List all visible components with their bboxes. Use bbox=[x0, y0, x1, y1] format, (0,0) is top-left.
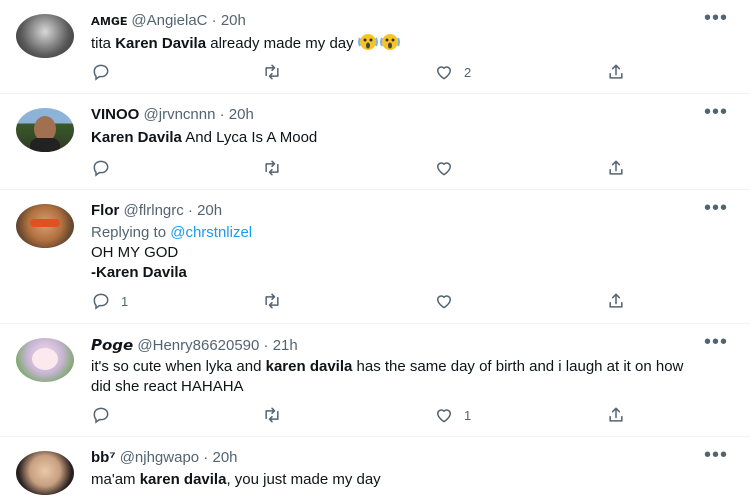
mention-link[interactable]: @chrstnlizel bbox=[170, 224, 252, 241]
tweet[interactable]: VINOO @jrvncnnn · 20h ••• Karen Davila A… bbox=[0, 94, 750, 190]
reply-button[interactable] bbox=[91, 62, 121, 82]
user-handle[interactable]: @Henry86620590 bbox=[137, 337, 259, 354]
tweet-line: -Karen Davila bbox=[91, 264, 187, 281]
retweet-icon bbox=[265, 407, 279, 423]
retweet-icon bbox=[265, 160, 279, 176]
more-options-icon[interactable]: ••• bbox=[704, 445, 728, 465]
retweet-button[interactable] bbox=[262, 405, 292, 425]
avatar-face bbox=[32, 348, 58, 370]
tweet[interactable]: 𝙋𝙤𝙜𝙚 @Henry86620590 · 21h it's so cute w… bbox=[0, 324, 750, 437]
retweet-button[interactable] bbox=[262, 62, 292, 82]
tweet-line: OH MY GOD bbox=[91, 244, 179, 261]
tweet-actions: 2 bbox=[91, 62, 631, 82]
highlighted-text: Karen Davila bbox=[91, 129, 182, 146]
timestamp[interactable]: 21h bbox=[273, 337, 298, 354]
tweet-header: 𝙋𝙤𝙜𝙚 @Henry86620590 · 21h bbox=[91, 336, 298, 354]
timestamp[interactable]: 20h bbox=[229, 106, 254, 123]
separator-dot: · bbox=[199, 449, 213, 466]
avatar[interactable] bbox=[16, 108, 74, 152]
tweet[interactable]: Flor @flrlngrc · 20h ••• Replying to @ch… bbox=[0, 190, 750, 324]
display-name[interactable]: ᴀᴍɢᴇ bbox=[91, 12, 127, 29]
more-options-icon[interactable]: ••• bbox=[704, 8, 728, 28]
replying-to: Replying to @chrstnlizel bbox=[91, 224, 253, 241]
tweet-header: VINOO @jrvncnnn · 20h bbox=[91, 106, 254, 123]
tweet-text: ma'am karen davila, you just made my day bbox=[91, 471, 381, 488]
reply-icon bbox=[93, 293, 109, 310]
separator-dot: · bbox=[207, 12, 221, 29]
avatar[interactable] bbox=[16, 338, 74, 382]
user-handle[interactable]: @flrlngrc bbox=[124, 202, 184, 219]
reply-button[interactable]: 1 bbox=[91, 291, 128, 311]
share-icon bbox=[609, 293, 623, 308]
tweet[interactable]: ᴀᴍɢᴇ @AngielaC · 20h ••• tita Karen Davi… bbox=[0, 0, 750, 94]
tweet-actions bbox=[91, 158, 631, 178]
reply-icon bbox=[93, 64, 109, 81]
timestamp[interactable]: 20h bbox=[197, 202, 222, 219]
retweet-button[interactable] bbox=[262, 291, 292, 311]
timestamp[interactable]: 20h bbox=[212, 449, 237, 466]
reply-button[interactable] bbox=[91, 405, 121, 425]
reply-icon bbox=[93, 407, 109, 424]
share-button[interactable] bbox=[606, 158, 626, 178]
share-icon bbox=[609, 64, 623, 79]
tweet-feed: ᴀᴍɢᴇ @AngielaC · 20h ••• tita Karen Davi… bbox=[0, 0, 750, 500]
display-name[interactable]: Flor bbox=[91, 202, 119, 219]
share-button[interactable] bbox=[606, 405, 626, 425]
like-button[interactable] bbox=[434, 158, 464, 178]
separator-dot: · bbox=[259, 337, 273, 354]
tweet[interactable]: bb⁷ @njhgwapo · 20h ••• ma'am karen davi… bbox=[0, 437, 750, 500]
share-icon bbox=[609, 160, 623, 175]
tweet-actions: 1 bbox=[91, 405, 631, 425]
retweet-button[interactable] bbox=[262, 158, 292, 178]
like-button[interactable]: 1 bbox=[434, 405, 471, 425]
highlighted-text: karen davila bbox=[265, 358, 353, 375]
heart-icon bbox=[437, 295, 451, 309]
tweet-text: Replying to @chrstnlizel OH MY GOD -Kare… bbox=[91, 223, 711, 283]
highlighted-text: Karen Davila bbox=[115, 35, 207, 52]
avatar[interactable] bbox=[16, 204, 74, 248]
tweet-actions: 1 bbox=[91, 291, 631, 311]
like-count: 1 bbox=[464, 407, 472, 423]
share-button[interactable] bbox=[606, 291, 626, 311]
avatar-sunglasses bbox=[30, 219, 60, 227]
more-options-icon[interactable]: ••• bbox=[704, 102, 728, 122]
heart-icon bbox=[437, 162, 451, 176]
more-options-icon[interactable]: ••• bbox=[704, 332, 728, 352]
separator-dot: · bbox=[183, 202, 198, 219]
heart-icon bbox=[437, 66, 451, 80]
user-handle[interactable]: @AngielaC bbox=[131, 12, 207, 29]
separator-dot: · bbox=[215, 106, 229, 123]
avatar[interactable] bbox=[16, 14, 74, 58]
tweet-text: tita Karen Davila already made my day bbox=[91, 33, 711, 54]
share-button[interactable] bbox=[606, 62, 626, 82]
retweet-icon bbox=[265, 293, 279, 309]
timestamp[interactable]: 20h bbox=[221, 12, 246, 29]
like-count: 2 bbox=[464, 64, 472, 80]
tweet-header: ᴀᴍɢᴇ @AngielaC · 20h bbox=[91, 12, 246, 29]
reply-count: 1 bbox=[121, 293, 129, 309]
display-name[interactable]: VINOO bbox=[91, 106, 139, 123]
like-button[interactable] bbox=[434, 291, 464, 311]
user-handle[interactable]: @njhgwapo bbox=[120, 449, 199, 466]
highlighted-text: karen davila bbox=[139, 471, 227, 488]
like-button[interactable]: 2 bbox=[434, 62, 471, 82]
avatar[interactable] bbox=[16, 451, 74, 495]
retweet-icon bbox=[265, 64, 279, 80]
tweet-text: it's so cute when lyka and karen davila … bbox=[91, 358, 684, 395]
tweet-header: Flor @flrlngrc · 20h bbox=[91, 202, 222, 219]
avatar-body bbox=[30, 138, 60, 152]
share-icon bbox=[609, 407, 623, 422]
scream-emoji-icon bbox=[379, 34, 400, 50]
scream-emoji-icon bbox=[357, 34, 378, 50]
more-options-icon[interactable]: ••• bbox=[704, 198, 728, 218]
reply-button[interactable] bbox=[91, 158, 121, 178]
tweet-header: bb⁷ @njhgwapo · 20h bbox=[91, 449, 238, 466]
display-name[interactable]: 𝙋𝙤𝙜𝙚 bbox=[91, 337, 133, 354]
tweet-text: Karen Davila And Lyca Is A Mood bbox=[91, 129, 318, 146]
reply-icon bbox=[93, 160, 109, 177]
display-name[interactable]: bb⁷ bbox=[91, 449, 116, 466]
user-handle[interactable]: @jrvncnnn bbox=[144, 106, 216, 123]
heart-icon bbox=[437, 409, 451, 423]
